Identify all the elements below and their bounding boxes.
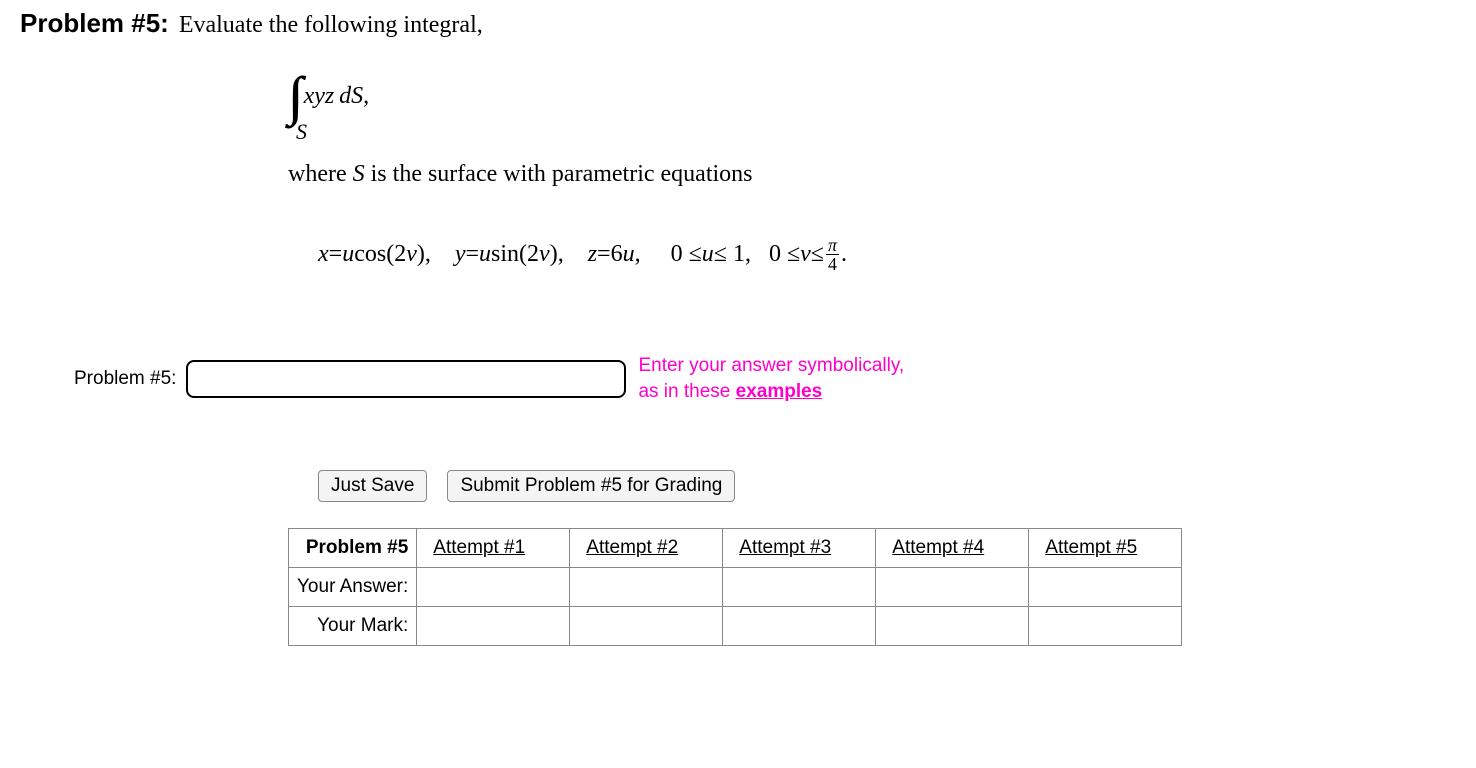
answer-area: Problem #5: Enter your answer symbolical… [74, 353, 1456, 404]
your-answer-label: Your Answer: [289, 568, 417, 607]
parametric-equations: x = u cos(2 v ), y = u sin(2 v ), z = 6u… [318, 236, 1456, 273]
mark-cell-4 [876, 607, 1029, 646]
answer-cell-3 [723, 568, 876, 607]
problem-number-label: Problem #5: [20, 8, 169, 39]
attempt-link-1[interactable]: Attempt #1 [417, 529, 570, 568]
attempts-table: Problem #5 Attempt #1 Attempt #2 Attempt… [288, 528, 1182, 646]
problem-header: Problem #5: Evaluate the following integ… [20, 8, 1456, 39]
integral-expression: ∫∫ xyz dS, S [288, 69, 1456, 143]
attempt-link-4[interactable]: Attempt #4 [876, 529, 1029, 568]
examples-link[interactable]: examples [736, 381, 823, 402]
your-mark-label: Your Mark: [289, 607, 417, 646]
problem-instruction: Evaluate the following integral, [179, 12, 483, 39]
integrand: xyz dS, [304, 84, 369, 108]
answer-label: Problem #5: [74, 368, 176, 390]
answer-cell-4 [876, 568, 1029, 607]
where-line: where S is the surface with parametric e… [288, 161, 1456, 188]
attempt-link-5[interactable]: Attempt #5 [1029, 529, 1182, 568]
fraction-pi-over-4: π 4 [826, 236, 839, 273]
table-row: Problem #5 Attempt #1 Attempt #2 Attempt… [289, 529, 1182, 568]
table-row: Your Mark: [289, 607, 1182, 646]
answer-cell-2 [570, 568, 723, 607]
submit-button[interactable]: Submit Problem #5 for Grading [447, 470, 735, 502]
mark-cell-5 [1029, 607, 1182, 646]
table-row: Your Answer: [289, 568, 1182, 607]
answer-input[interactable] [186, 360, 626, 398]
mark-cell-2 [570, 607, 723, 646]
attempt-link-3[interactable]: Attempt #3 [723, 529, 876, 568]
just-save-button[interactable]: Just Save [318, 470, 427, 502]
button-row: Just Save Submit Problem #5 for Grading [318, 470, 1456, 502]
mark-cell-1 [417, 607, 570, 646]
answer-cell-5 [1029, 568, 1182, 607]
mark-cell-3 [723, 607, 876, 646]
double-integral-icon: ∫∫ [288, 69, 290, 123]
attempt-link-2[interactable]: Attempt #2 [570, 529, 723, 568]
integral-subscript: S [296, 121, 1456, 143]
attempts-header-cell: Problem #5 [289, 529, 417, 568]
answer-hint: Enter your answer symbolically, as in th… [638, 353, 904, 404]
answer-cell-1 [417, 568, 570, 607]
